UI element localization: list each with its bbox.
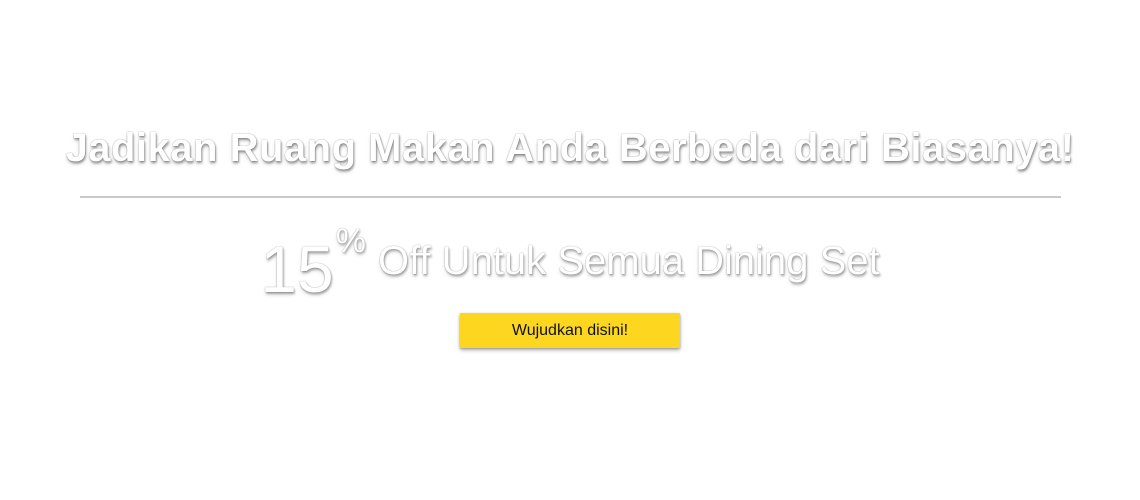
- headline-divider: [80, 196, 1061, 198]
- offer-line: 15% Off Untuk Semua Dining Set: [0, 222, 1140, 304]
- offer-text: Off Untuk Semua Dining Set: [377, 239, 880, 283]
- banner-headline: Jadikan Ruang Makan Anda Berbeda dari Bi…: [65, 126, 1075, 170]
- discount-percent-sign: %: [335, 222, 366, 260]
- promo-banner: Jadikan Ruang Makan Anda Berbeda dari Bi…: [0, 0, 1140, 500]
- cta-button[interactable]: Wujudkan disini!: [460, 313, 680, 348]
- discount-number: 15: [260, 232, 334, 306]
